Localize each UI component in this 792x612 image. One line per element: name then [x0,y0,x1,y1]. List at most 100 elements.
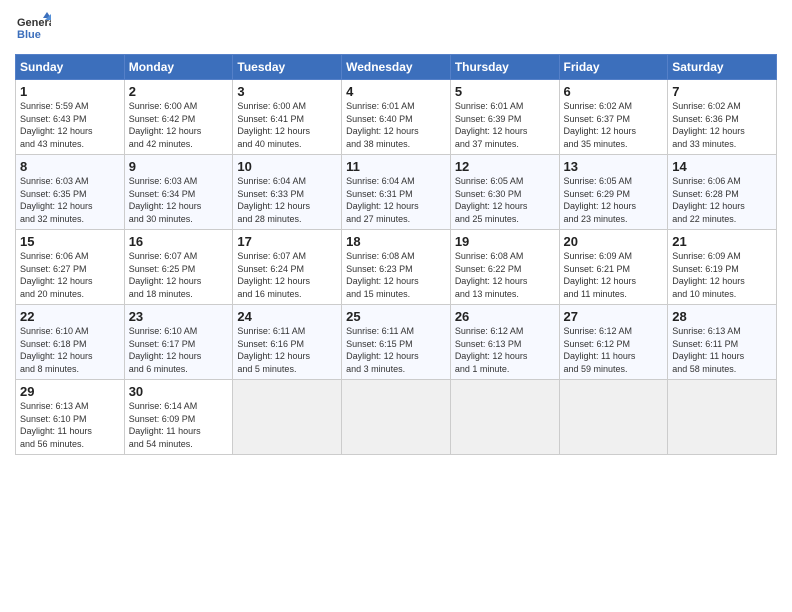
calendar-day-cell: 24Sunrise: 6:11 AM Sunset: 6:16 PM Dayli… [233,305,342,380]
calendar-day-cell: 20Sunrise: 6:09 AM Sunset: 6:21 PM Dayli… [559,230,668,305]
day-info: Sunrise: 6:13 AM Sunset: 6:11 PM Dayligh… [672,325,772,375]
calendar-day-cell [450,380,559,455]
day-number: 27 [564,309,664,324]
day-info: Sunrise: 6:09 AM Sunset: 6:21 PM Dayligh… [564,250,664,300]
calendar-day-cell [233,380,342,455]
day-info: Sunrise: 6:01 AM Sunset: 6:40 PM Dayligh… [346,100,446,150]
day-info: Sunrise: 6:05 AM Sunset: 6:30 PM Dayligh… [455,175,555,225]
day-number: 12 [455,159,555,174]
calendar-week-row: 8Sunrise: 6:03 AM Sunset: 6:35 PM Daylig… [16,155,777,230]
day-info: Sunrise: 6:05 AM Sunset: 6:29 PM Dayligh… [564,175,664,225]
calendar-day-cell: 14Sunrise: 6:06 AM Sunset: 6:28 PM Dayli… [668,155,777,230]
day-info: Sunrise: 6:10 AM Sunset: 6:17 PM Dayligh… [129,325,229,375]
day-number: 19 [455,234,555,249]
weekday-header-cell: Friday [559,55,668,80]
day-info: Sunrise: 6:00 AM Sunset: 6:41 PM Dayligh… [237,100,337,150]
calendar-day-cell: 12Sunrise: 6:05 AM Sunset: 6:30 PM Dayli… [450,155,559,230]
calendar-day-cell: 26Sunrise: 6:12 AM Sunset: 6:13 PM Dayli… [450,305,559,380]
calendar-day-cell [342,380,451,455]
logo-icon: General Blue [15,10,51,46]
calendar-day-cell: 11Sunrise: 6:04 AM Sunset: 6:31 PM Dayli… [342,155,451,230]
day-number: 11 [346,159,446,174]
day-number: 25 [346,309,446,324]
calendar-day-cell: 8Sunrise: 6:03 AM Sunset: 6:35 PM Daylig… [16,155,125,230]
calendar-day-cell: 17Sunrise: 6:07 AM Sunset: 6:24 PM Dayli… [233,230,342,305]
day-info: Sunrise: 6:09 AM Sunset: 6:19 PM Dayligh… [672,250,772,300]
day-info: Sunrise: 6:13 AM Sunset: 6:10 PM Dayligh… [20,400,120,450]
day-info: Sunrise: 6:02 AM Sunset: 6:36 PM Dayligh… [672,100,772,150]
calendar-day-cell: 15Sunrise: 6:06 AM Sunset: 6:27 PM Dayli… [16,230,125,305]
calendar-week-row: 15Sunrise: 6:06 AM Sunset: 6:27 PM Dayli… [16,230,777,305]
weekday-header-cell: Tuesday [233,55,342,80]
weekday-header-cell: Monday [124,55,233,80]
day-info: Sunrise: 6:01 AM Sunset: 6:39 PM Dayligh… [455,100,555,150]
logo: General Blue [15,10,51,46]
weekday-header-cell: Saturday [668,55,777,80]
day-info: Sunrise: 6:03 AM Sunset: 6:34 PM Dayligh… [129,175,229,225]
day-number: 10 [237,159,337,174]
day-info: Sunrise: 6:07 AM Sunset: 6:24 PM Dayligh… [237,250,337,300]
header-row: General Blue [15,10,777,46]
weekday-header-cell: Thursday [450,55,559,80]
calendar-day-cell: 7Sunrise: 6:02 AM Sunset: 6:36 PM Daylig… [668,80,777,155]
day-info: Sunrise: 6:06 AM Sunset: 6:27 PM Dayligh… [20,250,120,300]
calendar-day-cell: 3Sunrise: 6:00 AM Sunset: 6:41 PM Daylig… [233,80,342,155]
day-number: 28 [672,309,772,324]
calendar-week-row: 1Sunrise: 5:59 AM Sunset: 6:43 PM Daylig… [16,80,777,155]
calendar-day-cell: 18Sunrise: 6:08 AM Sunset: 6:23 PM Dayli… [342,230,451,305]
calendar-day-cell: 30Sunrise: 6:14 AM Sunset: 6:09 PM Dayli… [124,380,233,455]
day-info: Sunrise: 6:11 AM Sunset: 6:15 PM Dayligh… [346,325,446,375]
day-number: 2 [129,84,229,99]
calendar-day-cell: 29Sunrise: 6:13 AM Sunset: 6:10 PM Dayli… [16,380,125,455]
day-info: Sunrise: 6:11 AM Sunset: 6:16 PM Dayligh… [237,325,337,375]
day-number: 8 [20,159,120,174]
calendar-day-cell: 21Sunrise: 6:09 AM Sunset: 6:19 PM Dayli… [668,230,777,305]
calendar-day-cell: 5Sunrise: 6:01 AM Sunset: 6:39 PM Daylig… [450,80,559,155]
calendar-day-cell: 27Sunrise: 6:12 AM Sunset: 6:12 PM Dayli… [559,305,668,380]
day-info: Sunrise: 6:06 AM Sunset: 6:28 PM Dayligh… [672,175,772,225]
calendar-day-cell: 13Sunrise: 6:05 AM Sunset: 6:29 PM Dayli… [559,155,668,230]
day-number: 26 [455,309,555,324]
day-info: Sunrise: 6:07 AM Sunset: 6:25 PM Dayligh… [129,250,229,300]
day-number: 5 [455,84,555,99]
day-number: 30 [129,384,229,399]
day-info: Sunrise: 6:00 AM Sunset: 6:42 PM Dayligh… [129,100,229,150]
day-info: Sunrise: 6:12 AM Sunset: 6:13 PM Dayligh… [455,325,555,375]
calendar-week-row: 22Sunrise: 6:10 AM Sunset: 6:18 PM Dayli… [16,305,777,380]
day-number: 20 [564,234,664,249]
calendar-body: 1Sunrise: 5:59 AM Sunset: 6:43 PM Daylig… [16,80,777,455]
day-info: Sunrise: 6:08 AM Sunset: 6:23 PM Dayligh… [346,250,446,300]
calendar-day-cell: 25Sunrise: 6:11 AM Sunset: 6:15 PM Dayli… [342,305,451,380]
weekday-header-cell: Wednesday [342,55,451,80]
day-info: Sunrise: 6:12 AM Sunset: 6:12 PM Dayligh… [564,325,664,375]
day-number: 23 [129,309,229,324]
day-number: 6 [564,84,664,99]
day-info: Sunrise: 6:02 AM Sunset: 6:37 PM Dayligh… [564,100,664,150]
day-number: 21 [672,234,772,249]
day-info: Sunrise: 6:04 AM Sunset: 6:33 PM Dayligh… [237,175,337,225]
day-info: Sunrise: 6:10 AM Sunset: 6:18 PM Dayligh… [20,325,120,375]
day-info: Sunrise: 6:04 AM Sunset: 6:31 PM Dayligh… [346,175,446,225]
calendar-day-cell: 4Sunrise: 6:01 AM Sunset: 6:40 PM Daylig… [342,80,451,155]
calendar-table: SundayMondayTuesdayWednesdayThursdayFrid… [15,54,777,455]
day-number: 18 [346,234,446,249]
weekday-header-cell: Sunday [16,55,125,80]
calendar-day-cell: 10Sunrise: 6:04 AM Sunset: 6:33 PM Dayli… [233,155,342,230]
calendar-day-cell: 9Sunrise: 6:03 AM Sunset: 6:34 PM Daylig… [124,155,233,230]
day-number: 3 [237,84,337,99]
calendar-day-cell: 16Sunrise: 6:07 AM Sunset: 6:25 PM Dayli… [124,230,233,305]
day-number: 15 [20,234,120,249]
page-container: General Blue SundayMondayTuesdayWednesda… [0,0,792,460]
calendar-day-cell: 6Sunrise: 6:02 AM Sunset: 6:37 PM Daylig… [559,80,668,155]
weekday-header-row: SundayMondayTuesdayWednesdayThursdayFrid… [16,55,777,80]
svg-text:General: General [17,17,51,29]
day-number: 29 [20,384,120,399]
day-info: Sunrise: 6:14 AM Sunset: 6:09 PM Dayligh… [129,400,229,450]
calendar-day-cell [668,380,777,455]
day-number: 14 [672,159,772,174]
day-number: 24 [237,309,337,324]
calendar-day-cell: 2Sunrise: 6:00 AM Sunset: 6:42 PM Daylig… [124,80,233,155]
calendar-day-cell: 23Sunrise: 6:10 AM Sunset: 6:17 PM Dayli… [124,305,233,380]
day-number: 4 [346,84,446,99]
day-number: 9 [129,159,229,174]
